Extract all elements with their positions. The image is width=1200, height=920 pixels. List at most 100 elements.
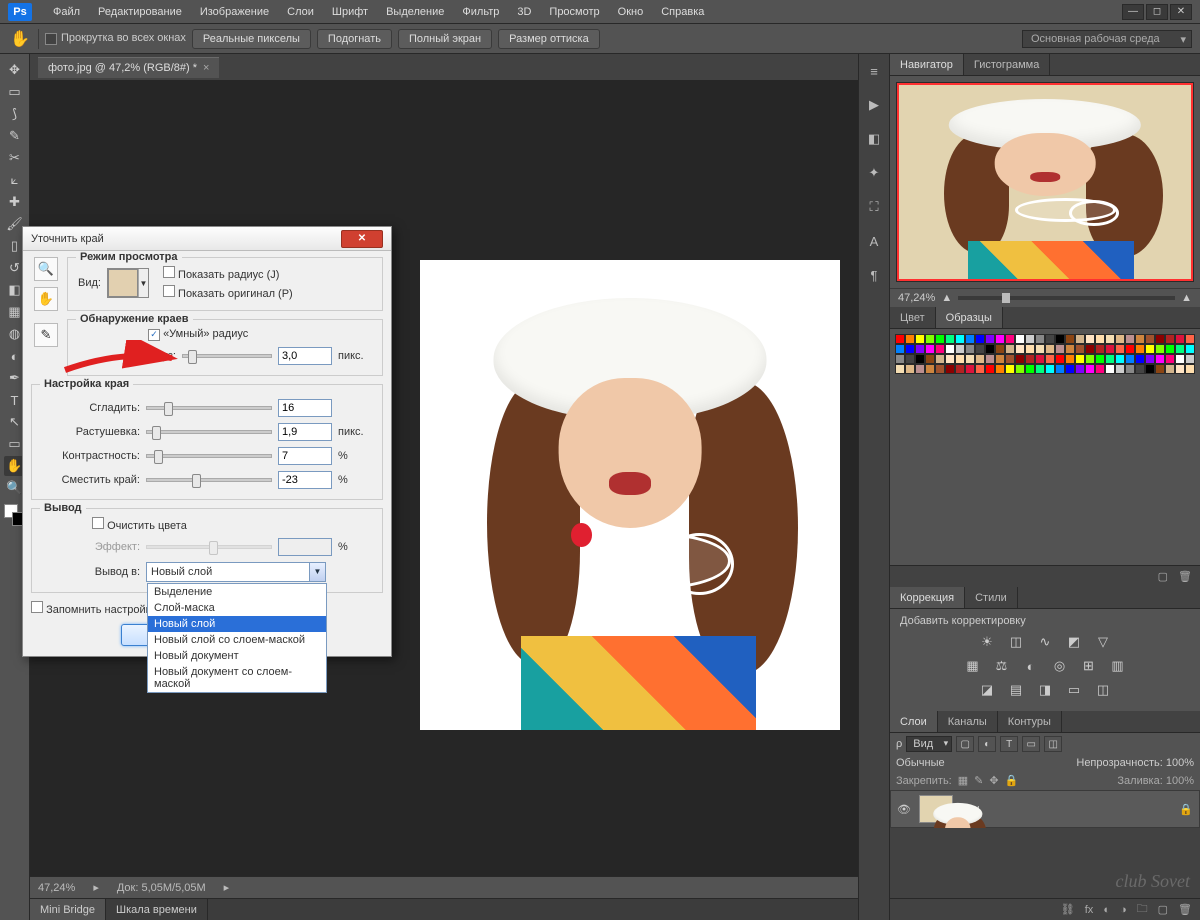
crop-tool[interactable]: ✂ bbox=[4, 148, 26, 168]
refine-brush-icon[interactable]: ✎ bbox=[34, 323, 58, 347]
styles-tab[interactable]: Стили bbox=[965, 587, 1018, 608]
navigator-zoom-slider[interactable] bbox=[958, 296, 1175, 300]
zoom-tool-icon[interactable]: 🔍 bbox=[34, 257, 58, 281]
close-app-button[interactable]: ✕ bbox=[1170, 4, 1192, 20]
document-close-icon[interactable]: × bbox=[203, 62, 209, 74]
link-layers-icon[interactable]: ⛓ bbox=[1061, 903, 1075, 916]
layer-fx-icon[interactable]: fx bbox=[1085, 904, 1094, 916]
view-preview-dropdown[interactable]: ▼ bbox=[107, 268, 149, 298]
quick-select-tool[interactable]: ✎ bbox=[4, 126, 26, 146]
actual-pixels-button[interactable]: Реальные пикселы bbox=[192, 29, 311, 49]
hue-icon[interactable]: ▦ bbox=[963, 657, 983, 675]
correction-tab[interactable]: Коррекция bbox=[890, 587, 965, 608]
visibility-icon[interactable]: 👁 bbox=[897, 803, 913, 816]
smooth-input[interactable] bbox=[278, 399, 332, 417]
feather-slider[interactable] bbox=[146, 430, 272, 434]
histogram-tab[interactable]: Гистограмма bbox=[964, 54, 1051, 75]
menu-edit[interactable]: Редактирование bbox=[89, 6, 191, 18]
posterize-icon[interactable]: ▤ bbox=[1006, 681, 1026, 699]
output-option-layer-mask[interactable]: Слой-маска bbox=[148, 600, 326, 616]
character-panel-icon[interactable]: A bbox=[863, 230, 885, 252]
lock-position-icon[interactable]: ✥ bbox=[989, 774, 998, 787]
contrast-input[interactable] bbox=[278, 447, 332, 465]
scroll-all-checkbox[interactable]: Прокрутка во всех окнах bbox=[45, 32, 186, 44]
brightness-icon[interactable]: ☀ bbox=[977, 633, 997, 651]
layer-filter-dropdown[interactable]: Вид bbox=[906, 736, 952, 752]
move-tool[interactable]: ✥ bbox=[4, 60, 26, 80]
full-screen-button[interactable]: Полный экран bbox=[398, 29, 492, 49]
layers-tab[interactable]: Слои bbox=[890, 711, 938, 732]
swatches-tab[interactable]: Образцы bbox=[936, 307, 1003, 328]
minimize-button[interactable]: — bbox=[1122, 4, 1144, 20]
lookup-icon[interactable]: ▥ bbox=[1108, 657, 1128, 675]
menu-select[interactable]: Выделение bbox=[377, 6, 453, 18]
filter-adjust-icon[interactable]: ◐ bbox=[978, 736, 996, 752]
menu-help[interactable]: Справка bbox=[652, 6, 713, 18]
channel-mixer-icon[interactable]: ⊞ bbox=[1079, 657, 1099, 675]
lasso-tool[interactable]: ⟆ bbox=[4, 104, 26, 124]
layer-mask-icon[interactable]: ◐ bbox=[1103, 904, 1110, 916]
shift-edge-input[interactable] bbox=[278, 471, 332, 489]
navigator-tab[interactable]: Навигатор bbox=[890, 54, 964, 75]
menu-layers[interactable]: Слои bbox=[278, 6, 323, 18]
output-to-dropdown[interactable]: Новый слой ▼ Выделение Слой-маска Новый … bbox=[146, 562, 326, 582]
layer-group-icon[interactable]: 🗀 bbox=[1137, 900, 1148, 919]
smooth-slider[interactable] bbox=[146, 406, 272, 410]
show-radius-checkbox[interactable]: Показать радиус (J) bbox=[163, 269, 279, 281]
menu-view[interactable]: Просмотр bbox=[540, 6, 608, 18]
output-option-new-doc-mask[interactable]: Новый документ со слоем-маской bbox=[148, 664, 326, 692]
filter-pixel-icon[interactable]: ▢ bbox=[956, 736, 974, 752]
lock-transparency-icon[interactable]: ▦ bbox=[958, 774, 968, 787]
menu-type[interactable]: Шрифт bbox=[323, 6, 377, 18]
bw-icon[interactable]: ◐ bbox=[1021, 657, 1041, 675]
hand-tool-icon-dialog[interactable]: ✋ bbox=[34, 287, 58, 311]
properties-panel-icon[interactable]: ◧ bbox=[863, 128, 885, 150]
color-balance-icon[interactable]: ⚖ bbox=[992, 657, 1012, 675]
remember-settings-checkbox[interactable]: Запомнить настройки bbox=[31, 604, 157, 616]
filter-smart-icon[interactable]: ◫ bbox=[1044, 736, 1062, 752]
layer-item-background[interactable]: 👁 Фон 🔒 bbox=[890, 790, 1200, 828]
filter-shape-icon[interactable]: ▭ bbox=[1022, 736, 1040, 752]
clone-source-icon[interactable]: ⛶ bbox=[863, 196, 885, 218]
output-option-new-layer-mask[interactable]: Новый слой со слоем-маской bbox=[148, 632, 326, 648]
fill-field[interactable]: 100% bbox=[1166, 775, 1194, 787]
document-tab[interactable]: фото.jpg @ 47,2% (RGB/8#) * × bbox=[38, 57, 219, 78]
paragraph-panel-icon[interactable]: ¶ bbox=[863, 264, 885, 286]
decontaminate-checkbox[interactable]: Очистить цвета bbox=[92, 520, 187, 532]
show-original-checkbox[interactable]: Показать оригинал (P) bbox=[163, 288, 293, 300]
delete-layer-icon[interactable]: 🗑 bbox=[1178, 903, 1192, 916]
selective-color-icon[interactable]: ◫ bbox=[1093, 681, 1113, 699]
menu-file[interactable]: Файл bbox=[44, 6, 89, 18]
new-swatch-icon[interactable]: ▢ bbox=[1158, 570, 1168, 583]
menu-filter[interactable]: Фильтр bbox=[453, 6, 508, 18]
curves-icon[interactable]: ∿ bbox=[1035, 633, 1055, 651]
swatches-grid[interactable] bbox=[890, 329, 1200, 379]
invert-icon[interactable]: ◪ bbox=[977, 681, 997, 699]
menu-window[interactable]: Окно bbox=[609, 6, 653, 18]
color-tab[interactable]: Цвет bbox=[890, 307, 936, 328]
exposure-icon[interactable]: ◩ bbox=[1064, 633, 1084, 651]
vibrance-icon[interactable]: ▽ bbox=[1093, 633, 1113, 651]
feather-input[interactable] bbox=[278, 423, 332, 441]
lock-all-icon[interactable]: 🔒 bbox=[1005, 774, 1019, 787]
history-panel-icon[interactable]: ≡ bbox=[863, 60, 885, 82]
print-size-button[interactable]: Размер оттиска bbox=[498, 29, 600, 49]
actions-panel-icon[interactable]: ▶ bbox=[863, 94, 885, 116]
gradient-map-icon[interactable]: ▭ bbox=[1064, 681, 1084, 699]
output-option-new-doc[interactable]: Новый документ bbox=[148, 648, 326, 664]
levels-icon[interactable]: ◫ bbox=[1006, 633, 1026, 651]
opacity-field[interactable]: 100% bbox=[1166, 757, 1194, 769]
threshold-icon[interactable]: ◨ bbox=[1035, 681, 1055, 699]
new-layer-icon[interactable]: ▢ bbox=[1158, 903, 1168, 916]
navigator-thumbnail[interactable] bbox=[896, 82, 1194, 282]
paths-tab[interactable]: Контуры bbox=[998, 711, 1062, 732]
healing-tool[interactable]: ✚ bbox=[4, 192, 26, 212]
blend-mode-dropdown[interactable]: Обычные bbox=[896, 757, 1046, 769]
zoom-out-icon[interactable]: ▲ bbox=[941, 292, 952, 304]
smart-radius-checkbox[interactable]: ✓ «Умный» радиус bbox=[148, 328, 248, 340]
filter-type-icon[interactable]: T bbox=[1000, 736, 1018, 752]
adjustment-layer-icon[interactable]: ◑ bbox=[1120, 904, 1127, 916]
channels-tab[interactable]: Каналы bbox=[938, 711, 998, 732]
marquee-tool[interactable]: ▭ bbox=[4, 82, 26, 102]
shift-edge-slider[interactable] bbox=[146, 478, 272, 482]
